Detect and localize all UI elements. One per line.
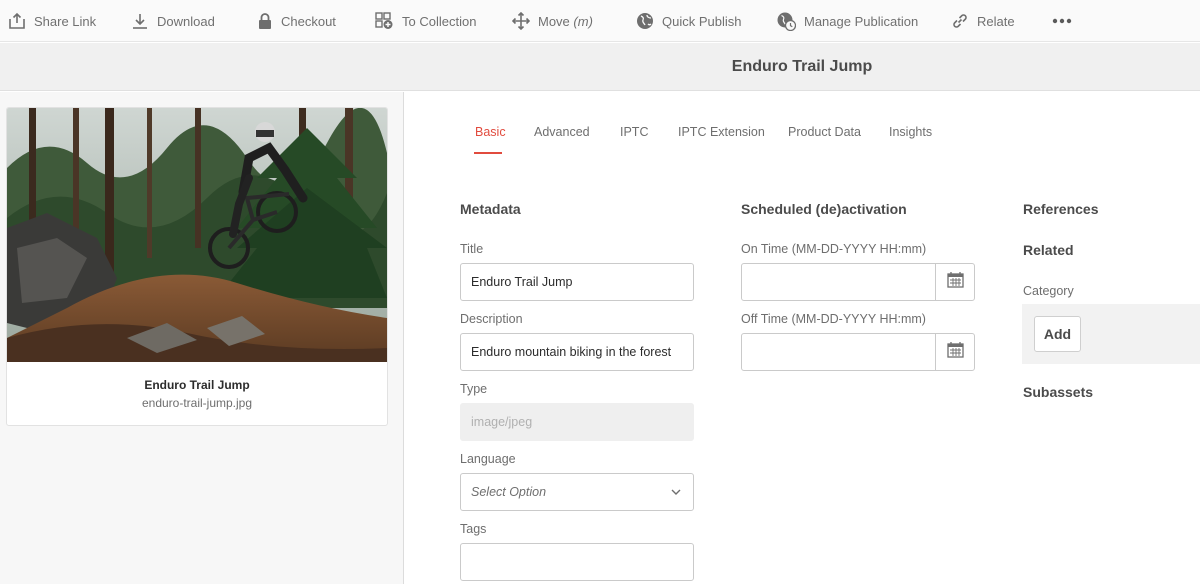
more-actions-button[interactable] [1052,0,1072,42]
active-tab-indicator [474,152,502,154]
move-button[interactable]: Move (m) [512,0,593,42]
off-time-field[interactable] [741,333,975,371]
collection-icon [375,12,394,30]
page-title: Enduro Trail Jump [731,58,873,75]
category-label: Category [1023,284,1074,298]
checkout-label: Checkout [281,13,336,29]
related-heading: Related [1023,242,1074,258]
on-time-calendar-button[interactable] [935,264,974,300]
on-time-label: On Time (MM-DD-YYYY HH:mm) [741,242,927,256]
asset-preview-pane: Enduro Trail Jump enduro-trail-jump.jpg [0,92,404,584]
title-label: Title [460,242,484,256]
move-label: Move (m) [538,13,593,29]
quick-publish-label: Quick Publish [662,13,742,29]
download-button[interactable]: Download [131,0,215,42]
subassets-heading: Subassets [1023,384,1094,400]
asset-card[interactable]: Enduro Trail Jump enduro-trail-jump.jpg [6,107,388,426]
share-link-button[interactable]: Share Link [8,0,96,42]
download-label: Download [157,13,215,29]
globe-icon [636,12,654,30]
download-icon [131,12,149,30]
to-collection-label: To Collection [402,13,477,29]
language-select-value: Select Option [471,485,547,499]
link-icon [951,12,969,30]
tags-label: Tags [460,522,487,536]
chevron-down-icon [671,474,681,510]
schedule-heading: Scheduled (de)activation [741,201,907,217]
on-time-field[interactable] [741,263,975,301]
off-time-calendar-button[interactable] [935,334,974,370]
asset-name: Enduro Trail Jump [144,378,250,392]
tab-product-data[interactable]: Product Data [788,125,861,139]
description-label: Description [460,312,523,326]
title-field[interactable]: Enduro Trail Jump [460,263,694,301]
share-link-label: Share Link [34,13,97,29]
more-icon [1052,18,1072,24]
action-toolbar: Share Link Download Checkout To Collecti… [0,0,1200,42]
references-heading: References [1023,201,1099,217]
metadata-heading: Metadata [460,201,521,217]
relate-label: Relate [977,13,1015,29]
tab-basic[interactable]: Basic [475,125,506,139]
tags-field[interactable] [460,543,694,581]
language-select[interactable]: Select Option [460,473,694,511]
manage-publication-label: Manage Publication [804,13,919,29]
category-panel: Add [1022,304,1200,364]
type-label: Type [460,382,488,396]
globe-clock-icon [777,12,796,31]
move-icon [512,12,530,30]
move-shortcut: (m) [573,13,593,29]
type-field: image/jpeg [460,403,694,441]
relate-button[interactable]: Relate [951,0,1015,42]
asset-filename: enduro-trail-jump.jpg [141,396,253,410]
quick-publish-button[interactable]: Quick Publish [636,0,741,42]
asset-thumbnail [7,108,387,362]
manage-publication-button[interactable]: Manage Publication [777,0,918,42]
tab-advanced[interactable]: Advanced [534,125,590,139]
tab-iptc[interactable]: IPTC [620,125,648,139]
tab-insights[interactable]: Insights [889,125,932,139]
to-collection-button[interactable]: To Collection [375,0,476,42]
calendar-icon [946,341,964,363]
title-bar: Enduro Trail Jump [0,43,1200,91]
language-label: Language [460,452,516,466]
calendar-icon [946,271,964,293]
lock-icon [257,12,273,30]
off-time-label: Off Time (MM-DD-YYYY HH:mm) [741,312,926,326]
add-category-button[interactable]: Add [1034,316,1081,352]
share-icon [8,12,26,30]
checkout-button[interactable]: Checkout [257,0,336,42]
description-field[interactable]: Enduro mountain biking in the forest [460,333,694,371]
tab-iptc-extension[interactable]: IPTC Extension [678,125,765,139]
